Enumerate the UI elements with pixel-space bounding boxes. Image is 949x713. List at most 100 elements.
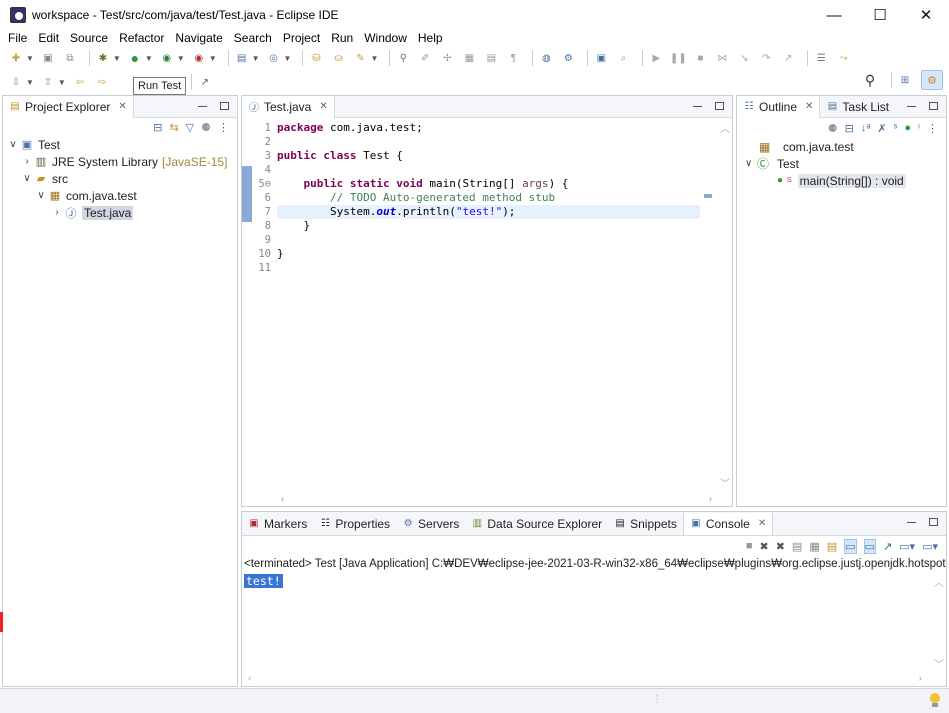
tree-item-project[interactable]: ∨ ▣ Test [3,136,237,153]
debug-dropdown-icon[interactable]: ▼ [113,54,121,63]
tab-data-source-explorer[interactable]: ▥ Data Source Explorer [465,513,608,535]
tree-item-package[interactable]: ∨ ▦ com.java.test [3,187,237,204]
back-icon[interactable]: ⇦ [72,74,88,90]
focus-icon[interactable]: ⚈ [201,121,211,134]
minimize-view-icon[interactable] [690,99,704,113]
tab-console[interactable]: ▣ Console ✕ [682,512,774,535]
skip-breakpoints-icon[interactable]: ⤳ [835,50,851,66]
minimize-view-icon[interactable] [195,99,209,113]
tab-project-explorer[interactable]: ▤ Project Explorer ✕ [3,95,134,118]
maximize-view-icon[interactable] [217,99,231,113]
show-on-stderr-icon[interactable]: ▭ [863,538,876,554]
maximize-view-icon[interactable] [712,99,726,113]
chevron-down-icon[interactable]: ∨ [35,190,47,201]
display-console-icon[interactable]: ▭▾ [899,540,915,553]
word-wrap-icon[interactable]: ▤ [483,50,499,66]
editor-horizontal-scrollbar[interactable]: ‹ › [277,492,716,506]
pin-console-icon[interactable]: ↗ [883,540,892,553]
scroll-left-icon[interactable]: ‹ [248,673,251,684]
hide-static-icon[interactable]: ˢ [894,122,898,134]
hide-nonpublic-icon[interactable]: ● [904,122,911,134]
menu-run[interactable]: Run [331,31,353,45]
menu-navigate[interactable]: Navigate [175,31,222,45]
menu-file[interactable]: File [8,31,27,45]
chevron-down-icon[interactable]: ∨ [7,139,19,150]
new-server-dropdown-icon[interactable]: ▼ [252,54,260,63]
menu-edit[interactable]: Edit [38,31,59,45]
console-output[interactable]: test! [244,574,283,588]
chevron-down-icon[interactable]: ∨ [745,158,757,169]
scroll-down-icon[interactable]: ﹀ [934,656,944,671]
collapse-all-icon[interactable]: ⊟ [153,121,162,134]
save-all-icon[interactable]: ⧉ [62,50,78,66]
zoom-icon[interactable]: ⌕ [615,50,631,66]
menu-window[interactable]: Window [364,31,407,45]
search-dropdown-icon[interactable]: ▼ [370,54,378,63]
next-annotation-icon[interactable]: ⇩ [8,74,24,90]
scroll-lock-icon[interactable]: ▦ [809,540,819,553]
sort-icon[interactable]: ↓ᵃ [861,122,871,134]
scroll-right-icon[interactable]: › [709,494,712,505]
new-dropdown-icon[interactable]: ▼ [26,54,34,63]
open-type-icon[interactable]: ⛁ [308,50,324,66]
editor-vertical-scrollbar[interactable]: ︿ ﹀ [704,118,732,492]
step-into-icon[interactable]: ↘ [736,50,752,66]
open-perspective-button-icon[interactable]: ⊞ [897,72,913,88]
menu-source[interactable]: Source [70,31,108,45]
filter-icon[interactable]: ▽ [186,121,194,134]
tab-snippets[interactable]: ▤ Snippets [608,513,683,535]
chevron-down-icon[interactable]: ∨ [21,173,33,184]
close-tab-icon[interactable]: ✕ [319,101,327,112]
scroll-left-icon[interactable]: ‹ [281,494,284,505]
clear-console-icon[interactable]: ▤ [792,540,802,553]
open-task-icon[interactable]: ⛀ [330,50,346,66]
outline-item-package[interactable]: ▦ com.java.test [737,138,946,155]
terminate-icon[interactable]: ■ [692,50,708,66]
toggle-icon[interactable]: ✢ [439,50,455,66]
quick-access-search-icon[interactable]: ⚲ [862,72,878,88]
tab-servers[interactable]: ⚙ Servers [396,513,465,535]
menu-project[interactable]: Project [283,31,320,45]
mark-occurrences-icon[interactable]: ✐ [417,50,433,66]
save-icon[interactable]: ▣ [40,50,56,66]
maximize-view-icon[interactable] [926,99,940,113]
lightbulb-icon[interactable] [929,693,941,709]
tab-outline[interactable]: ☷ Outline ✕ [737,95,821,118]
menu-help[interactable]: Help [418,31,443,45]
line-number[interactable]: 5⊖ [242,177,277,191]
tree-item-jre[interactable]: › ▥ JRE System Library [JavaSE-15] [3,153,237,170]
disconnect-icon[interactable]: ⋈ [714,50,730,66]
annotation-icon[interactable]: ⚙ [560,50,576,66]
view-menu-icon[interactable]: ⋮ [218,121,229,134]
tab-markers[interactable]: ▣ Markers [242,513,313,535]
prev-annotation-icon[interactable]: ⇧ [40,74,56,90]
chevron-right-icon[interactable]: › [21,156,33,167]
external-tools-dropdown-icon[interactable]: ▼ [209,54,217,63]
search-tool-icon[interactable]: ✎ [352,50,368,66]
prev-annotation-dropdown-icon[interactable]: ▼ [58,78,66,87]
new-server-icon[interactable]: ▤ [234,50,250,66]
coverage-icon[interactable]: ◉ [159,50,175,66]
external-tools-icon[interactable]: ◉ [191,50,207,66]
tab-properties[interactable]: ☷ Properties [313,513,396,535]
open-perspective-icon[interactable]: ↗ [197,74,213,90]
maximize-button[interactable]: ☐ [857,0,903,30]
remove-launch-icon[interactable]: ✖ [759,540,768,553]
close-tab-icon[interactable]: ✕ [118,101,126,112]
maximize-view-icon[interactable] [926,515,940,529]
collapse-all-icon[interactable]: ⊟ [845,122,854,135]
console-view-icon[interactable]: ▣ [593,50,609,66]
minimize-button[interactable]: — [811,0,857,30]
tree-item-src[interactable]: ∨ ▰ src [3,170,237,187]
new-class-dropdown-icon[interactable]: ▼ [284,54,292,63]
code-area[interactable]: 1 2 3 4 5⊖ 6 7 8 9 10 11 package com.jav… [242,118,732,506]
menu-refactor[interactable]: Refactor [119,31,164,45]
block-select-icon[interactable]: ▦ [461,50,477,66]
link-with-editor-icon[interactable]: ⇆ [169,121,178,134]
scroll-down-icon[interactable]: ﹀ [720,475,730,490]
menu-search[interactable]: Search [234,31,272,45]
scroll-up-icon[interactable]: ︿ [934,574,944,589]
outline-item-method[interactable]: ● S main(String[]) : void [737,172,946,189]
java-ee-perspective-icon[interactable]: ⚙ [921,70,943,90]
focus-icon[interactable]: ⚈ [828,122,838,135]
